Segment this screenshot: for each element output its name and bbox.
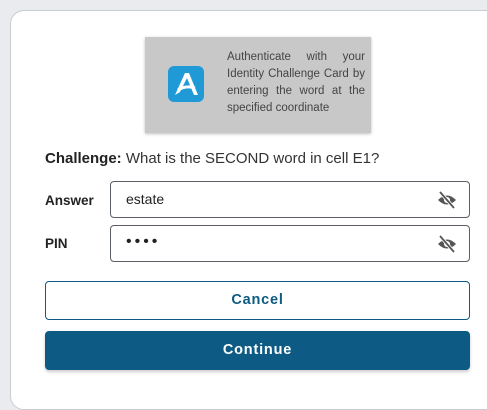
auth-dialog: Authenticate with your Identity Challeng…: [10, 10, 487, 410]
eye-slash-icon[interactable]: [437, 190, 457, 210]
cancel-button[interactable]: Cancel: [45, 281, 470, 320]
pin-value[interactable]: ••••: [126, 233, 160, 251]
authenticator-logo-icon: [168, 66, 204, 102]
answer-label: Answer: [45, 193, 94, 208]
auth-instructions: Authenticate with your Identity Challeng…: [227, 51, 365, 114]
pin-field[interactable]: ••••: [110, 225, 470, 262]
answer-value[interactable]: estate: [126, 191, 164, 207]
continue-button[interactable]: Continue: [45, 331, 470, 370]
challenge-question: What is the SECOND word in cell E1?: [121, 150, 380, 167]
eye-slash-icon[interactable]: [437, 234, 457, 254]
challenge-text: Challenge: What is the SECOND word in ce…: [45, 150, 379, 167]
auth-card: Authenticate with your Identity Challeng…: [145, 37, 371, 133]
challenge-label: Challenge:: [45, 150, 122, 167]
answer-field[interactable]: estate: [110, 181, 470, 218]
pin-label: PIN: [45, 236, 68, 251]
